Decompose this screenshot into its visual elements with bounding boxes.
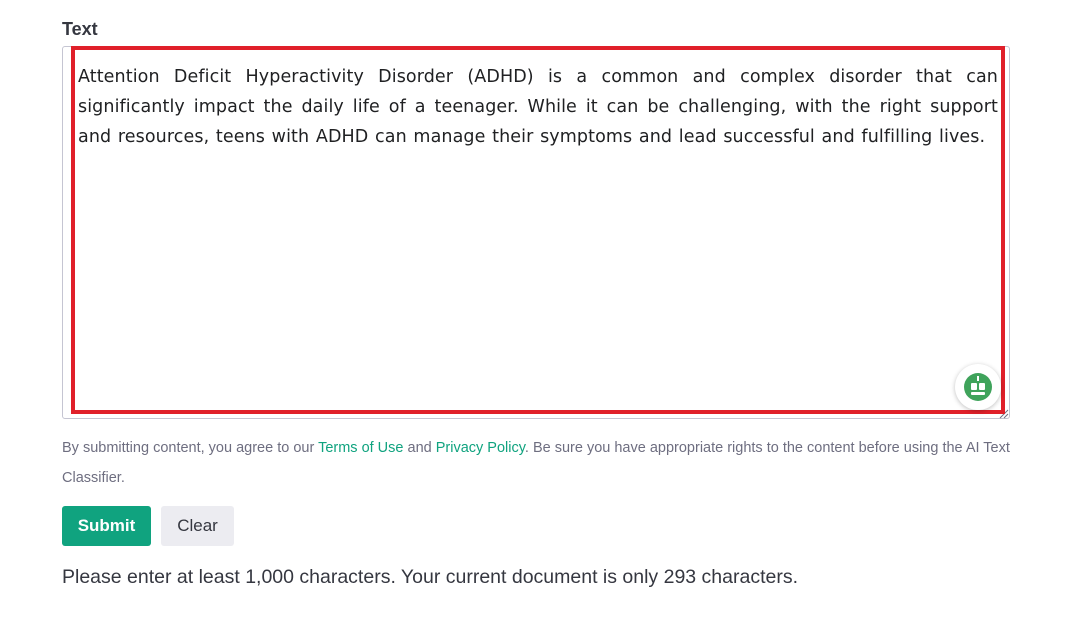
privacy-policy-link[interactable]: Privacy Policy [436, 440, 525, 456]
robot-assistant-button[interactable] [955, 364, 1001, 410]
text-input[interactable]: Attention Deficit Hyperactivity Disorder… [62, 46, 1010, 419]
submit-button[interactable]: Submit [62, 506, 151, 546]
text-input-value[interactable]: Attention Deficit Hyperactivity Disorder… [78, 62, 998, 152]
text-classifier-form: Text Attention Deficit Hyperactivity Dis… [0, 0, 1092, 617]
disclaimer-text: By submitting content, you agree to our … [62, 433, 1012, 493]
terms-of-use-link[interactable]: Terms of Use [318, 440, 403, 456]
field-label: Text [62, 19, 98, 39]
disclaimer-prefix: By submitting content, you agree to our [62, 440, 319, 456]
status-message: Please enter at least 1,000 characters. … [62, 566, 799, 588]
clear-button[interactable]: Clear [161, 506, 234, 546]
robot-assistant-icon [964, 373, 992, 401]
resize-handle-icon[interactable] [997, 407, 1009, 419]
disclaimer-middle: and [403, 440, 436, 456]
